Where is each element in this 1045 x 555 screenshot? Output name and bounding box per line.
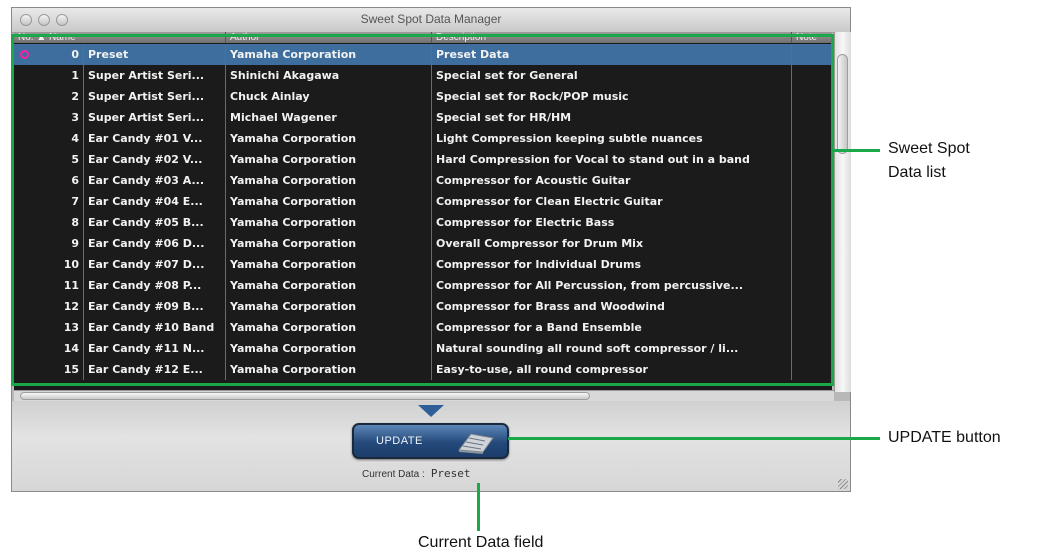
data-list-highlight [11, 34, 834, 386]
update-callout-label: UPDATE button [888, 429, 1001, 446]
resize-grip-icon[interactable] [838, 479, 848, 489]
bottom-panel: UPDATE Current Data : Preset [12, 401, 850, 491]
title-bar: Sweet Spot Data Manager [12, 8, 850, 33]
mixer-device-icon [458, 433, 494, 454]
list-callout-label: Sweet Spot Data list [888, 140, 970, 181]
update-button-label: UPDATE [376, 435, 423, 447]
current-callout-label: Current Data field [418, 534, 544, 551]
list-callout-line [834, 149, 880, 152]
update-callout-line [508, 437, 880, 440]
vertical-scrollbar[interactable] [834, 32, 851, 392]
current-data-label: Current Data : [362, 469, 425, 480]
horizontal-scroll-thumb[interactable] [20, 392, 590, 400]
current-data-value: Preset [430, 467, 471, 480]
update-button[interactable]: UPDATE [352, 423, 509, 459]
horizontal-scrollbar[interactable] [14, 390, 834, 401]
current-data-field: Current Data : Preset [362, 467, 471, 480]
current-callout-line [477, 483, 480, 531]
window-title: Sweet Spot Data Manager [360, 12, 502, 26]
vertical-scroll-thumb[interactable] [837, 54, 848, 154]
arrow-down-icon [418, 405, 444, 417]
